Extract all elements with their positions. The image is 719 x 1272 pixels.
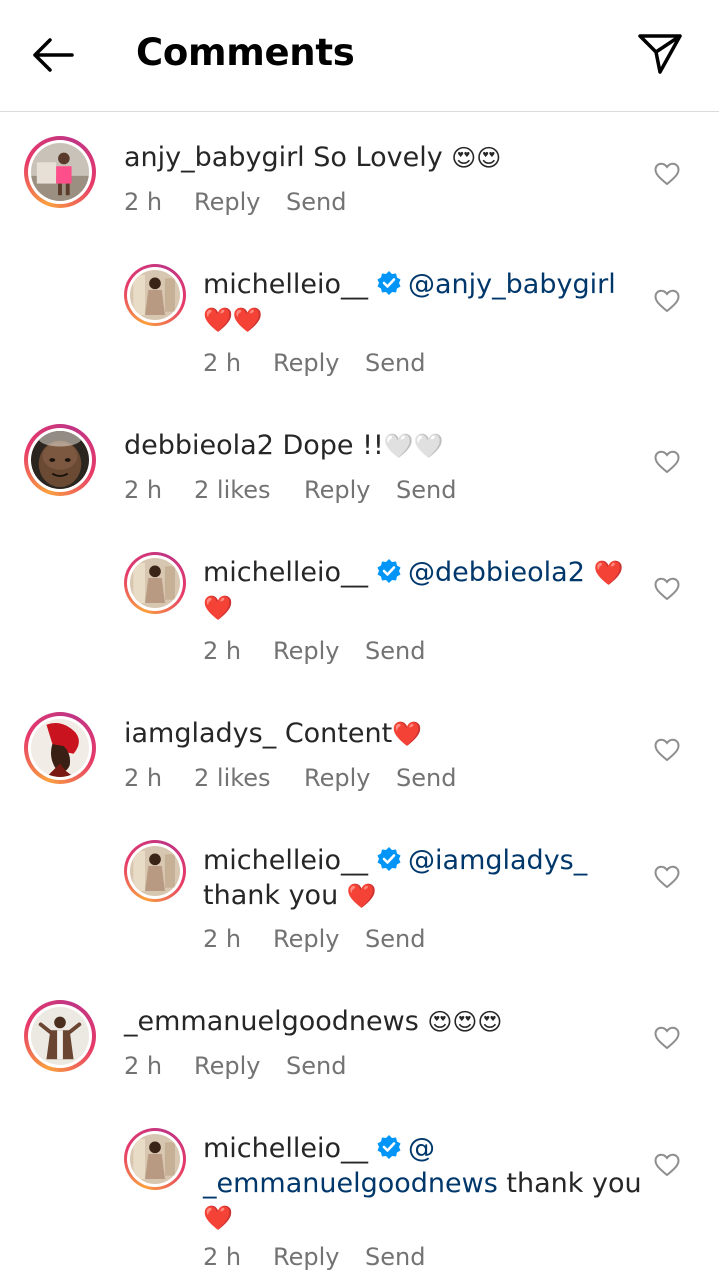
comment-meta: 2 h Reply Send (124, 187, 346, 217)
reply-username[interactable]: michelleio__ (203, 269, 368, 300)
reply-emoji: ❤️ (203, 594, 233, 622)
reply-button[interactable]: Reply (194, 187, 286, 217)
comment-username[interactable]: debbieola2 (124, 430, 274, 461)
verified-badge-icon (376, 846, 402, 872)
reply-time: 2 h (203, 1243, 242, 1271)
reply-button[interactable]: Reply (273, 348, 365, 378)
avatar[interactable] (24, 136, 96, 208)
like-heart-icon[interactable] (654, 162, 680, 186)
reply-meta: 2 h Reply Send (203, 348, 425, 378)
comment-time: 2 h (124, 764, 163, 792)
mention-link[interactable]: _emmanuelgoodnews (203, 1168, 498, 1199)
reply-button[interactable]: Reply (304, 763, 396, 793)
page-title: Comments (136, 31, 355, 74)
reply-time: 2 h (203, 637, 242, 665)
send-button[interactable]: Send (286, 187, 346, 217)
comment-username[interactable]: anjy_babygirl (124, 142, 305, 173)
avatar[interactable] (24, 424, 96, 496)
send-button[interactable]: Send (365, 1242, 425, 1272)
comment-time: 2 h (124, 188, 163, 216)
comment-text: Content (284, 718, 393, 749)
mention-link[interactable]: @anjy_babygirl (408, 269, 616, 300)
mention-link[interactable]: @debbieola2 (408, 557, 585, 588)
like-heart-icon[interactable] (654, 289, 680, 313)
reply-button[interactable]: Reply (273, 1242, 365, 1272)
back-arrow-icon[interactable] (28, 32, 78, 78)
like-heart-icon[interactable] (654, 450, 680, 474)
comment-meta: 2 h Reply Send (124, 1051, 346, 1081)
reply-meta: 2 h Reply Send (203, 636, 425, 666)
comment-time: 2 h (124, 476, 163, 504)
like-heart-icon[interactable] (654, 865, 680, 889)
reply-emoji: ❤️ (203, 1204, 233, 1232)
verified-badge-icon (376, 558, 402, 584)
send-direct-icon[interactable] (636, 30, 684, 76)
reply-emoji: ❤️ (346, 882, 377, 910)
comment-emoji: ❤️ (392, 720, 423, 748)
comment-emoji: 🤍🤍 (383, 432, 444, 460)
reply-button[interactable]: Reply (194, 1051, 286, 1081)
like-heart-icon[interactable] (654, 738, 680, 762)
comment-meta: 2 h 2 likes Reply Send (124, 475, 456, 505)
send-button[interactable]: Send (365, 636, 425, 666)
comment-text: So Lovely (313, 142, 443, 173)
like-heart-icon[interactable] (654, 1153, 680, 1177)
avatar[interactable] (124, 552, 186, 614)
reply-button[interactable]: Reply (273, 924, 365, 954)
comment-username[interactable]: _emmanuelgoodnews (124, 1006, 419, 1037)
reply-text: thank you (203, 880, 339, 911)
send-button[interactable]: Send (365, 924, 425, 954)
like-heart-icon[interactable] (654, 577, 680, 601)
reply-username[interactable]: michelleio__ (203, 845, 368, 876)
avatar[interactable] (124, 840, 186, 902)
mention-link[interactable]: @iamgladys_ (408, 845, 587, 876)
send-button[interactable]: Send (286, 1051, 346, 1081)
reply-time: 2 h (203, 349, 242, 377)
send-button[interactable]: Send (396, 475, 456, 505)
reply-username[interactable]: michelleio__ (203, 557, 368, 588)
avatar[interactable] (24, 712, 96, 784)
verified-badge-icon (376, 1134, 402, 1160)
comment-time: 2 h (124, 1052, 163, 1080)
reply-meta: 2 h Reply Send (203, 1242, 425, 1272)
reply-text: thank you (506, 1168, 642, 1199)
send-button[interactable]: Send (365, 348, 425, 378)
comment-text: Dope !! (282, 430, 384, 461)
reply-meta: 2 h Reply Send (203, 924, 425, 954)
verified-badge-icon (376, 270, 402, 296)
reply-emoji: ❤️ (593, 559, 624, 587)
reply-button[interactable]: Reply (304, 475, 396, 505)
reply-emoji: ❤️❤️ (203, 306, 263, 334)
avatar[interactable] (24, 1000, 96, 1072)
comment-likes[interactable]: 2 likes (194, 475, 304, 505)
avatar[interactable] (124, 1128, 186, 1190)
reply-time: 2 h (203, 925, 242, 953)
reply-button[interactable]: Reply (273, 636, 365, 666)
reply-username[interactable]: michelleio__ (203, 1133, 368, 1164)
comment-emoji: 😍😍😍 (427, 1008, 503, 1036)
comment-username[interactable]: iamgladys_ (124, 718, 276, 749)
comment-likes[interactable]: 2 likes (194, 763, 304, 793)
comment-emoji: 😍😍 (451, 144, 502, 172)
header-bar: Comments (0, 0, 719, 112)
like-heart-icon[interactable] (654, 1026, 680, 1050)
send-button[interactable]: Send (396, 763, 456, 793)
avatar[interactable] (124, 264, 186, 326)
mention-link[interactable]: @ (408, 1133, 435, 1164)
comment-meta: 2 h 2 likes Reply Send (124, 763, 456, 793)
